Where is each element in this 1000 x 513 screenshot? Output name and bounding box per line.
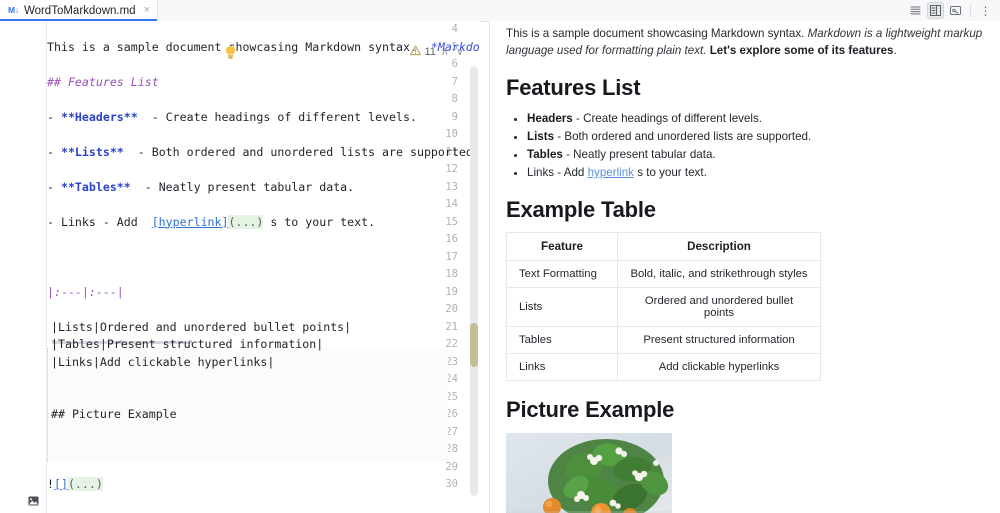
next-warning-icon[interactable]: ∨ [454, 46, 466, 58]
split-editor-preview-icon[interactable] [927, 2, 944, 19]
toolbar-divider [970, 4, 971, 17]
editor-scrollbar-track[interactable] [470, 66, 478, 496]
code-line-21: |Lists|Ordered and unordered bullet poin… [51, 319, 352, 334]
list-item-pre: Links - Add [527, 166, 588, 179]
intention-bulb-icon[interactable] [224, 45, 237, 60]
intro-tail-text: . [893, 44, 897, 57]
cell-feature: Links [506, 353, 618, 381]
close-icon[interactable]: × [144, 5, 150, 16]
cell-description: Ordered and unordered bullet points [617, 287, 821, 327]
warning-triangle-icon [410, 45, 422, 59]
list-item-desc: - Neatly present tabular data. [562, 148, 716, 161]
preview-heading-picture-example: Picture Example [506, 397, 675, 422]
editor-source-text[interactable]: This is a sample document showcasing Mar… [47, 21, 480, 513]
code-token: - [47, 179, 61, 194]
preview-content: This is a sample document showcasing Mar… [506, 25, 986, 513]
list-item-term: Headers [527, 112, 573, 125]
preview-heading-features-list: Features List [506, 75, 641, 100]
tab-bar-actions: ⋮ [907, 0, 1000, 21]
list-item: Links - Add hyperlink s to your text. [527, 164, 986, 181]
code-line-7: ## Features List [47, 74, 159, 89]
list-item: Headers - Create headings of different l… [527, 110, 986, 127]
preview-example-table: Feature Description Text Formatting Bold… [506, 232, 821, 381]
code-line-23: |Links|Add clickable hyperlinks| [51, 354, 275, 369]
warning-count: 11 [424, 46, 436, 58]
table-body: Text Formatting Bold, italic, and strike… [506, 260, 821, 381]
list-item-desc: - Create headings of different levels. [572, 112, 763, 125]
code-token: **Lists** [60, 144, 124, 159]
list-item-term: Tables [527, 148, 563, 161]
list-item-term: Lists [527, 130, 555, 143]
table-row: Tables Present structured information [506, 326, 821, 354]
cell-description: Bold, italic, and strikethrough styles [617, 260, 821, 288]
hyperlink[interactable]: hyperlink [588, 166, 634, 179]
code-token: **Tables** [60, 179, 131, 194]
preview-heading-example-table: Example Table [506, 197, 656, 222]
preview-intro-paragraph: This is a sample document showcasing Mar… [506, 25, 986, 59]
code-token: - [47, 109, 61, 124]
source-editor-pane[interactable]: 4 5 6 7 8 9 10 11 12 13 14 15 16 17 18 1… [0, 21, 480, 513]
cell-feature: Text Formatting [506, 260, 618, 288]
table-row: Text Formatting Bold, italic, and strike… [506, 260, 821, 288]
code-token: s to your text. [263, 214, 376, 229]
code-token: - Neatly present tabular data. [130, 179, 355, 194]
markdown-preview-pane: This is a sample document showcasing Mar… [490, 21, 1000, 513]
cell-feature: Tables [506, 326, 618, 354]
code-token: - Links - Add [47, 214, 152, 229]
code-line-15: - Links - Add [hyperlink](...) s to your… [47, 214, 375, 232]
tab-bar-spacer [158, 0, 907, 21]
intro-bold-text: Let's explore some of its features [709, 44, 894, 57]
list-item: Tables - Neatly present tabular data. [527, 146, 986, 163]
code-line-13: - **Tables** - Neatly present tabular da… [47, 179, 354, 197]
intro-plain-text: This is a sample document showcasing Mar… [506, 27, 805, 40]
view-lines-icon[interactable] [907, 2, 924, 19]
code-line-11: - **Lists** - Both ordered and unordered… [47, 144, 480, 162]
previous-warning-icon[interactable]: ∧ [439, 46, 451, 58]
preview-only-icon[interactable] [947, 2, 964, 19]
list-item: Lists - Both ordered and unordered lists… [527, 128, 986, 145]
list-item-desc: - Both ordered and unordered lists are s… [554, 130, 812, 143]
column-header-feature: Feature [506, 232, 618, 261]
code-line-22: |Tables|Present structured information| [51, 337, 324, 351]
table-head: Feature Description [506, 232, 821, 261]
cell-description: Add clickable hyperlinks [617, 353, 821, 381]
editor-tab-bar: M↓ WordToMarkdown.md × ⋮ [0, 0, 1000, 22]
code-line-30: ![](...) [47, 476, 103, 494]
code-token: **Headers** [60, 109, 138, 124]
preview-image [506, 433, 672, 513]
more-options-icon[interactable]: ⋮ [977, 2, 994, 19]
table-header-row: Feature Description [506, 232, 821, 261]
code-token: ! [47, 477, 54, 491]
inspection-warning-widget[interactable]: 11 ∧ ∨ [410, 45, 466, 59]
table-row: Links Add clickable hyperlinks [506, 353, 821, 381]
editor-gutter [0, 21, 47, 513]
code-line-26: ## Picture Example [51, 407, 177, 421]
code-token: - Create headings of different levels. [137, 109, 417, 124]
tab-wordtomarkdown-md[interactable]: M↓ WordToMarkdown.md × [0, 0, 159, 21]
code-token: This is a sample document showcasing Mar… [47, 39, 431, 54]
image-preview-icon[interactable] [28, 495, 39, 506]
cell-feature: Lists [506, 287, 618, 327]
list-item-post: s to your text. [633, 166, 707, 179]
preview-features-list: Headers - Create headings of different l… [506, 110, 986, 181]
image-alt-token[interactable]: [] [54, 477, 68, 491]
code-line-9: - **Headers** - Create headings of diffe… [47, 109, 417, 127]
editor-scrollbar-thumb[interactable] [470, 323, 478, 367]
cell-description: Present structured information [617, 326, 821, 354]
hyperlink-token[interactable]: [hyperlink] [152, 215, 229, 229]
markdown-icon: M↓ [8, 5, 19, 16]
url-token: (...) [228, 214, 264, 229]
column-header-description: Description [617, 232, 821, 261]
table-row: Lists Ordered and unordered bullet point… [506, 287, 821, 327]
code-line-19: |:---|:---| [47, 284, 124, 299]
code-token: - [47, 144, 61, 159]
tab-title: WordToMarkdown.md [23, 4, 136, 17]
code-token: - Both ordered and unordered lists are s… [123, 144, 480, 159]
markdown-editor-window: M↓ WordToMarkdown.md × ⋮ 4 5 6 7 8 9 10 … [0, 0, 1000, 513]
image-url-token: (...) [67, 477, 103, 491]
